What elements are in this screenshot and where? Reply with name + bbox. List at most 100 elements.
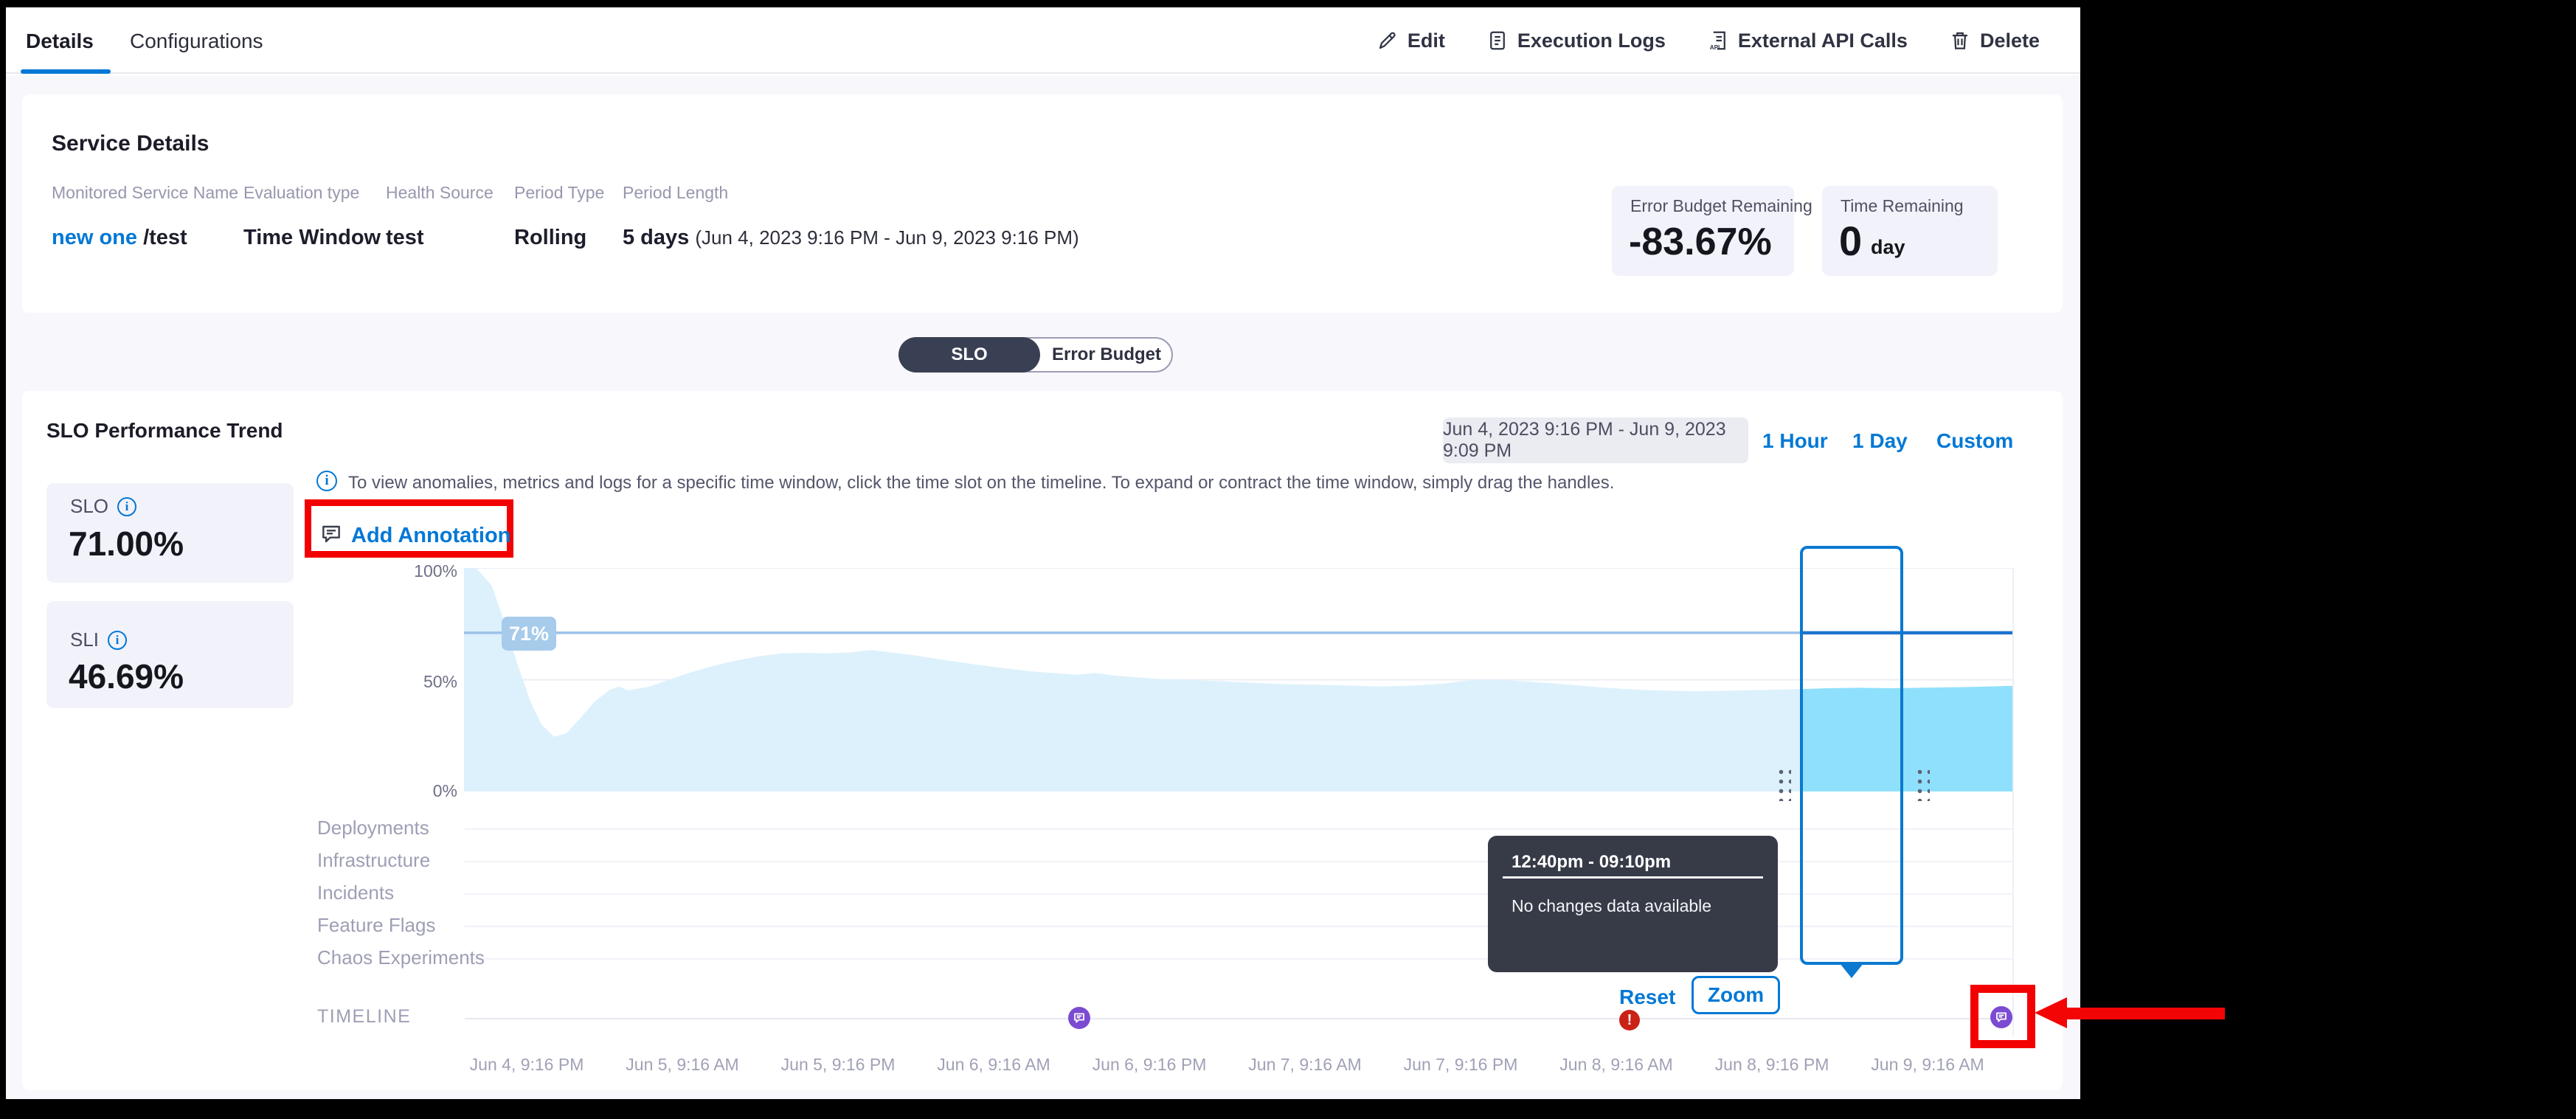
edit-button[interactable]: Edit <box>1377 30 1445 52</box>
y-tick-50: 50% <box>398 672 457 692</box>
app-window: Details Configurations Edit Execution Lo… <box>6 7 2080 1099</box>
tooltip-time-range: 12:40pm - 09:10pm <box>1512 852 1671 873</box>
annotation-highlight-box <box>1970 985 2035 1048</box>
document-api-icon: API <box>1707 30 1729 52</box>
trash-icon <box>1949 30 1971 52</box>
period-length-note: (Jun 4, 2023 9:16 PM - Jun 9, 2023 9:16 … <box>695 226 1078 249</box>
period-length-value: 5 days (Jun 4, 2023 9:16 PM - Jun 9, 202… <box>623 226 1079 250</box>
sli-info-icon[interactable]: i <box>108 631 127 650</box>
x-tick: Jun 6, 9:16 AM <box>937 1055 1050 1075</box>
tooltip-message: No changes data available <box>1512 896 1711 916</box>
slo-stat-label-row: SLO i <box>70 495 136 518</box>
row-line <box>465 893 2014 895</box>
arrow-shaft <box>2066 1008 2225 1019</box>
sli-stat-value: 46.69% <box>69 656 184 696</box>
y-tick-0: 0% <box>398 781 457 801</box>
slo-info-icon[interactable]: i <box>117 497 136 516</box>
row-label-deployments: Deployments <box>317 817 429 839</box>
period-length-days: 5 days <box>623 226 689 249</box>
delete-button[interactable]: Delete <box>1949 30 2040 52</box>
row-line <box>465 958 2014 960</box>
info-icon[interactable]: i <box>316 471 337 491</box>
error-budget-remaining-label: Error Budget Remaining <box>1630 196 1812 216</box>
external-api-calls-button[interactable]: API External API Calls <box>1707 30 1908 52</box>
sli-stat-label-row: SLI i <box>70 628 127 651</box>
red-callout-arrow-icon <box>2029 997 2228 1030</box>
toggle-error-budget[interactable]: Error Budget <box>1040 339 1173 371</box>
selection-pointer <box>1840 963 1863 978</box>
evaluation-type-value: Time Window <box>243 226 381 250</box>
monitored-service-link[interactable]: new one <box>52 226 137 249</box>
external-api-calls-label: External API Calls <box>1738 30 1908 52</box>
reset-button[interactable]: Reset <box>1619 985 1675 1009</box>
x-tick: Jun 9, 9:16 AM <box>1871 1055 1984 1075</box>
annotation-bubble-icon <box>319 522 343 550</box>
slo-target-badge: 71% <box>502 617 556 651</box>
view-toggle: SLO Error Budget <box>899 337 1173 373</box>
date-range-chip[interactable]: Jun 4, 2023 9:16 PM - Jun 9, 2023 9:09 P… <box>1443 418 1748 463</box>
row-label-chaos-experiments: Chaos Experiments <box>317 946 485 969</box>
tab-details[interactable]: Details <box>26 30 94 53</box>
pencil-icon <box>1377 30 1399 52</box>
time-remaining-unit: day <box>1871 236 1905 259</box>
monitored-service-name-value: new one /test <box>52 226 187 250</box>
timeline-label: TIMELINE <box>317 1006 411 1028</box>
document-icon <box>1486 30 1509 52</box>
chart-info-text: To view anomalies, metrics and logs for … <box>348 473 1614 493</box>
timeline-line[interactable] <box>465 1018 2014 1019</box>
health-source-value: test <box>386 226 424 250</box>
service-details-title: Service Details <box>52 131 209 156</box>
row-line <box>465 828 2014 830</box>
period-type-value: Rolling <box>514 226 586 250</box>
delete-label: Delete <box>1980 30 2040 52</box>
slo-stat-label: SLO <box>70 495 108 518</box>
row-label-infrastructure: Infrastructure <box>317 849 430 872</box>
time-window-selection[interactable] <box>1800 546 1903 965</box>
execution-logs-button[interactable]: Execution Logs <box>1486 30 1666 52</box>
zoom-button[interactable]: Zoom <box>1692 976 1780 1014</box>
x-tick: Jun 8, 9:16 AM <box>1559 1055 1672 1075</box>
x-tick: Jun 8, 9:16 PM <box>1715 1055 1829 1075</box>
x-tick: Jun 4, 9:16 PM <box>470 1055 584 1075</box>
slo-stat-value: 71.00% <box>69 524 184 564</box>
range-link-custom[interactable]: Custom <box>1936 429 2013 453</box>
x-tick: Jun 7, 9:16 PM <box>1404 1055 1518 1075</box>
row-line <box>465 926 2014 927</box>
time-remaining-label: Time Remaining <box>1841 196 1964 216</box>
chart-right-gridline <box>2012 568 2014 1036</box>
arrow-head <box>2035 997 2067 1028</box>
selection-right-drag-handle[interactable] <box>1914 766 1930 801</box>
health-source-label: Health Source <box>386 183 494 203</box>
time-remaining-value: 0 <box>1839 217 1862 265</box>
header-actions: Edit Execution Logs API External API Cal… <box>1377 7 2040 74</box>
monitored-service-name-label: Monitored Service Name <box>52 183 238 203</box>
range-link-1-hour[interactable]: 1 Hour <box>1762 429 1828 453</box>
y-tick-100: 100% <box>398 561 457 581</box>
error-marker-icon[interactable]: ! <box>1619 1010 1640 1030</box>
changes-tooltip: 12:40pm - 09:10pm No changes data availa… <box>1488 836 1778 972</box>
toggle-slo[interactable]: SLO <box>899 337 1040 373</box>
x-tick: Jun 5, 9:16 PM <box>781 1055 896 1075</box>
row-label-feature-flags: Feature Flags <box>317 914 435 937</box>
x-tick: Jun 6, 9:16 PM <box>1093 1055 1207 1075</box>
x-tick: Jun 7, 9:16 AM <box>1248 1055 1361 1075</box>
x-tick: Jun 5, 9:16 AM <box>626 1055 738 1075</box>
slo-trend-area-chart[interactable] <box>464 568 2014 791</box>
edit-label: Edit <box>1408 30 1445 52</box>
range-link-1-day[interactable]: 1 Day <box>1852 429 1908 453</box>
add-annotation-button[interactable]: Add Annotation <box>351 524 510 548</box>
error-budget-remaining-value: -83.67% <box>1629 220 1772 264</box>
tab-configurations[interactable]: Configurations <box>130 30 263 53</box>
annotation-marker-icon[interactable] <box>1068 1007 1090 1029</box>
svg-text:API: API <box>1710 44 1720 51</box>
slo-performance-title: SLO Performance Trend <box>46 419 283 443</box>
evaluation-type-label: Evaluation type <box>243 183 359 203</box>
monitored-service-suffix: /test <box>143 226 187 249</box>
active-tab-underline <box>21 69 111 74</box>
row-line <box>465 861 2014 862</box>
period-length-label: Period Length <box>623 183 728 203</box>
selection-left-drag-handle[interactable] <box>1775 766 1791 801</box>
tooltip-divider <box>1503 876 1763 879</box>
period-type-label: Period Type <box>514 183 604 203</box>
top-tab-bar: Details Configurations Edit Execution Lo… <box>6 7 2080 74</box>
